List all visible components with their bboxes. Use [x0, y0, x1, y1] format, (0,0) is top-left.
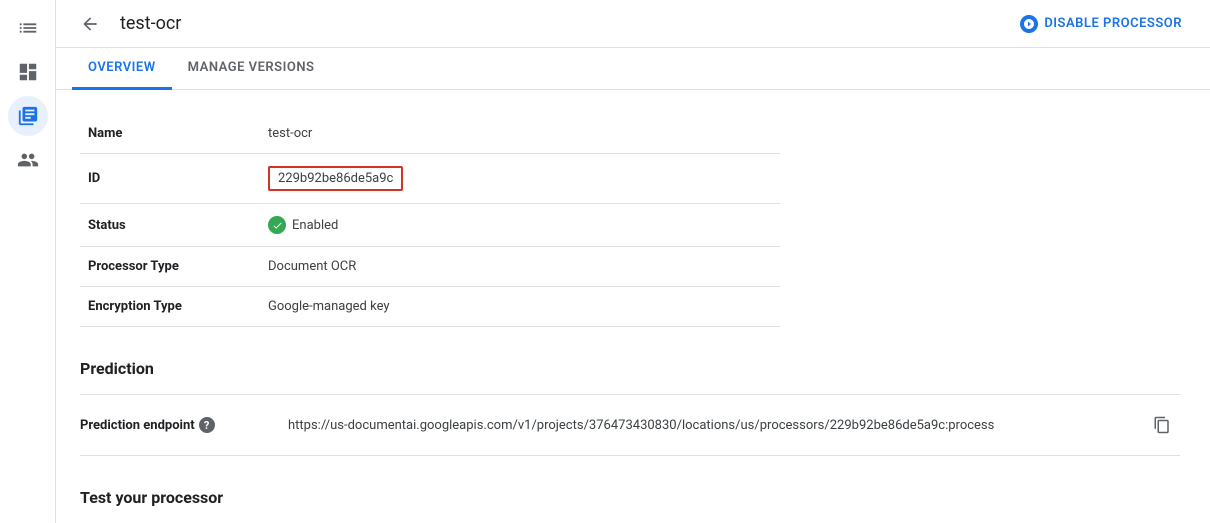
- prediction-endpoint-url: https://us-documentai.googleapis.com/v1/…: [288, 418, 1136, 433]
- copy-icon[interactable]: [1144, 407, 1180, 443]
- field-label-status: Status: [80, 204, 260, 247]
- disable-processor-icon: [1020, 15, 1038, 33]
- sidebar-item-dashboard[interactable]: [8, 52, 48, 92]
- field-value-status: Enabled: [260, 204, 780, 247]
- id-value-highlighted: 229b92be86de5a9c: [268, 166, 403, 191]
- prediction-section: Prediction Prediction endpoint ? https:/…: [80, 359, 1186, 456]
- table-row-name: Name test-ocr: [80, 114, 780, 154]
- field-label-processor-type: Processor Type: [80, 247, 260, 287]
- tab-manage-versions[interactable]: MANAGE VERSIONS: [172, 48, 331, 90]
- sidebar-item-users[interactable]: [8, 140, 48, 180]
- field-label-id: ID: [80, 154, 260, 204]
- back-button[interactable]: [72, 6, 108, 42]
- field-value-id: 229b92be86de5a9c: [260, 154, 780, 204]
- top-header: test-ocr DISABLE PROCESSOR: [56, 0, 1210, 48]
- field-label-name: Name: [80, 114, 260, 154]
- prediction-endpoint-label: Prediction endpoint ?: [80, 417, 280, 433]
- disable-processor-button[interactable]: DISABLE PROCESSOR: [1008, 7, 1194, 41]
- check-icon: [268, 216, 286, 234]
- status-enabled: Enabled: [268, 216, 772, 234]
- info-table: Name test-ocr ID 229b92be86de5a9c Status: [80, 114, 780, 327]
- sidebar: [0, 0, 56, 523]
- field-label-encryption-type: Encryption Type: [80, 287, 260, 327]
- prediction-endpoint-row: Prediction endpoint ? https://us-documen…: [80, 394, 1180, 456]
- test-section: Test your processor Supports JPEG, JPG, …: [80, 488, 1186, 523]
- field-value-encryption-type: Google-managed key: [260, 287, 780, 327]
- prediction-section-title: Prediction: [80, 359, 1186, 378]
- page-title: test-ocr: [120, 13, 996, 34]
- tabs-bar: OVERVIEW MANAGE VERSIONS: [56, 48, 1210, 90]
- disable-button-label: DISABLE PROCESSOR: [1044, 16, 1182, 31]
- main-content: test-ocr DISABLE PROCESSOR OVERVIEW MANA…: [56, 0, 1210, 523]
- test-section-title: Test your processor: [80, 488, 1186, 507]
- sidebar-item-processors[interactable]: [8, 96, 48, 136]
- content-area: Name test-ocr ID 229b92be86de5a9c Status: [56, 90, 1210, 523]
- table-row-processor-type: Processor Type Document OCR: [80, 247, 780, 287]
- tab-overview[interactable]: OVERVIEW: [72, 48, 172, 90]
- table-row-status: Status Enabled: [80, 204, 780, 247]
- table-row-id: ID 229b92be86de5a9c: [80, 154, 780, 204]
- field-value-processor-type: Document OCR: [260, 247, 780, 287]
- sidebar-item-document-list[interactable]: [8, 8, 48, 48]
- table-row-encryption-type: Encryption Type Google-managed key: [80, 287, 780, 327]
- help-icon[interactable]: ?: [199, 417, 215, 433]
- field-value-name: test-ocr: [260, 114, 780, 154]
